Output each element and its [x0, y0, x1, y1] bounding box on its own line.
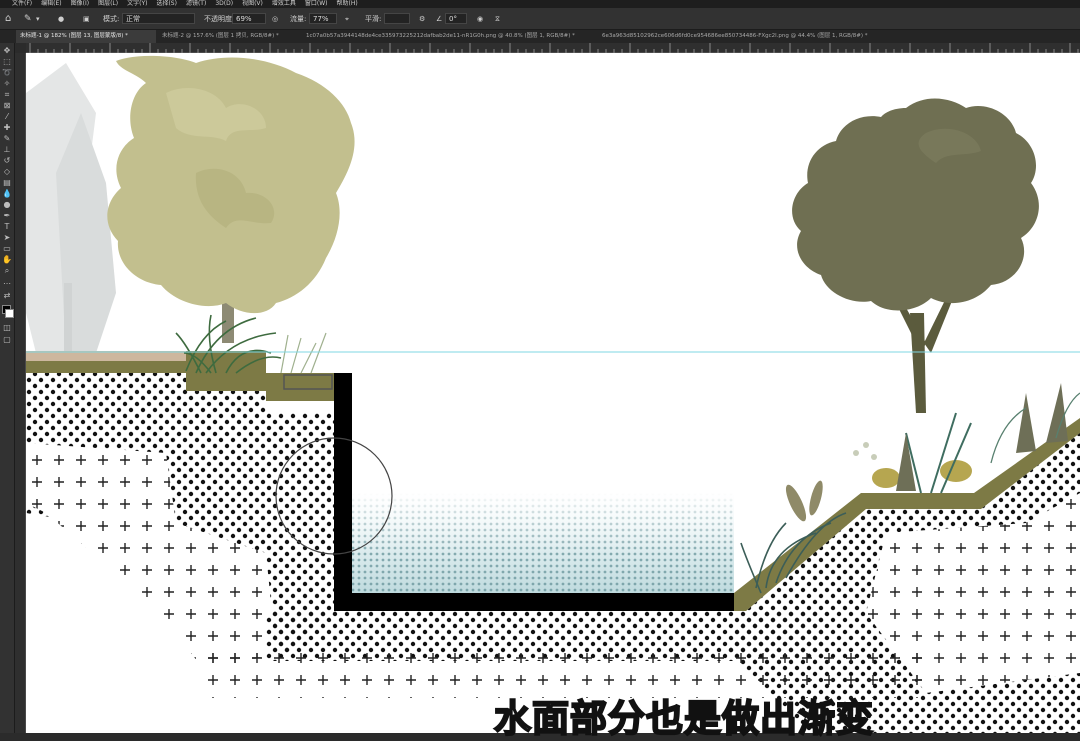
angle-icon: ∠: [436, 15, 443, 23]
menu-plugins[interactable]: 增效工具: [272, 0, 296, 8]
document-tabs: 未标题-1 @ 182% (图层 13, 图层蒙版/8) * 未标题-2 @ 1…: [0, 30, 1080, 43]
airbrush-icon[interactable]: ⌖: [345, 13, 349, 25]
menu-help[interactable]: 帮助(H): [337, 0, 358, 8]
shape-tool-icon[interactable]: ▭: [2, 244, 12, 254]
tree-left: [107, 55, 355, 343]
pressure-opacity-icon[interactable]: ◎: [272, 13, 278, 25]
hand-tool-icon[interactable]: ✋: [2, 255, 12, 265]
opacity-label: 不透明度:: [204, 15, 235, 23]
menu-layer[interactable]: 图层(L): [98, 0, 118, 8]
menu-window[interactable]: 窗口(W): [305, 0, 328, 8]
tab-label: 未标题-2 @ 157.6% (图层 1 拷贝, RGB/8#) *: [162, 33, 279, 39]
magic-wand-icon[interactable]: ✧: [2, 79, 12, 89]
menu-view[interactable]: 视图(V): [242, 0, 263, 8]
opacity-value: 69%: [236, 15, 252, 23]
more-tools-icon[interactable]: ⋯: [2, 279, 12, 289]
type-tool-icon[interactable]: T: [2, 222, 12, 232]
smoothing-input[interactable]: [384, 13, 410, 24]
brush-icon[interactable]: ✎: [2, 134, 12, 144]
video-caption: 水面部分也是做出渐变: [493, 696, 874, 741]
healing-brush-icon[interactable]: ✚: [2, 123, 12, 133]
eyedropper-icon[interactable]: ⁄: [2, 112, 12, 122]
quick-mask-icon[interactable]: ◫: [2, 323, 12, 333]
lasso-tool-icon[interactable]: ➰: [2, 68, 12, 78]
menu-3d[interactable]: 3D(D): [215, 0, 233, 8]
tab-document-3[interactable]: 1c07a0b57a3944148de4ce335973225212dafbab…: [302, 30, 594, 43]
crop-tool-icon[interactable]: ⌗: [2, 90, 12, 100]
brush-preset-icon[interactable]: ●: [58, 13, 64, 25]
menu-bar: 文件(F) 编辑(E) 图像(I) 图层(L) 文字(Y) 选择(S) 滤镜(T…: [0, 0, 1080, 8]
menu-filter[interactable]: 滤镜(T): [186, 0, 206, 8]
home-icon[interactable]: ⌂: [5, 13, 11, 25]
angle-input[interactable]: 0°: [445, 13, 467, 24]
document-canvas[interactable]: [26, 53, 1080, 733]
zoom-tool-icon[interactable]: ⌕: [2, 266, 12, 276]
menu-file[interactable]: 文件(F): [12, 0, 32, 8]
tab-label: 未标题-1 @ 182% (图层 13, 图层蒙版/8) *: [20, 33, 128, 39]
brush-tool-icon[interactable]: ✎: [24, 13, 32, 25]
flow-value: 77%: [313, 15, 329, 23]
pressure-size-icon[interactable]: ◉: [477, 13, 483, 25]
mode-label: 模式:: [103, 15, 120, 23]
marquee-tool-icon[interactable]: ⬚: [2, 57, 12, 67]
tools-panel: ✥ ⬚ ➰ ✧ ⌗ ⊠ ⁄ ✚ ✎ ⊥ ↺ ◇ ▤ 💧 ● ✒ T ➤ ▭ ✋ …: [0, 43, 15, 733]
pen-tool-icon[interactable]: ✒: [2, 211, 12, 221]
background-color-swatch[interactable]: [5, 309, 14, 318]
mode-value: 正常: [126, 15, 140, 23]
dodge-tool-icon[interactable]: ●: [2, 200, 12, 210]
frame-tool-icon[interactable]: ⊠: [2, 101, 12, 111]
flow-label: 流量:: [290, 15, 307, 23]
angle-value: 0°: [449, 15, 457, 23]
path-selection-icon[interactable]: ➤: [2, 233, 12, 243]
flow-input[interactable]: 77%: [309, 13, 337, 24]
menu-edit[interactable]: 编辑(E): [41, 0, 61, 8]
opacity-input[interactable]: 69%: [232, 13, 266, 24]
background-trees: [26, 63, 116, 353]
tab-label: 6e3a963d85102962ce606d6fd0ce954686ee8507…: [602, 33, 868, 39]
symmetry-icon[interactable]: ⧖: [495, 13, 500, 25]
tree-right: [792, 98, 1039, 413]
bottom-soil: [206, 611, 926, 698]
menu-select[interactable]: 选择(S): [156, 0, 177, 8]
gear-icon[interactable]: ⚙: [419, 13, 425, 25]
swap-colors-icon[interactable]: ⇄: [2, 291, 12, 301]
menu-image[interactable]: 图像(I): [71, 0, 89, 8]
clone-stamp-icon[interactable]: ⊥: [2, 145, 12, 155]
smoothing-label: 平滑:: [365, 15, 382, 23]
move-tool-icon[interactable]: ✥: [2, 46, 12, 56]
water-body: [352, 493, 734, 593]
tab-document-1[interactable]: 未标题-1 @ 182% (图层 13, 图层蒙版/8) *: [16, 30, 156, 43]
history-brush-icon[interactable]: ↺: [2, 156, 12, 166]
horizontal-ruler[interactable]: [26, 43, 1080, 53]
tab-document-2[interactable]: 未标题-2 @ 157.6% (图层 1 拷贝, RGB/8#) *: [158, 30, 298, 43]
tab-document-4[interactable]: 6e3a963d85102962ce606d6fd0ce954686ee8507…: [598, 30, 890, 43]
tab-label: 1c07a0b57a3944148de4ce335973225212dafbab…: [306, 33, 575, 39]
menu-type[interactable]: 文字(Y): [127, 0, 147, 8]
mode-select[interactable]: 正常: [122, 13, 195, 24]
chevron-down-icon[interactable]: ▾: [36, 13, 40, 25]
blur-tool-icon[interactable]: 💧: [2, 189, 12, 199]
eraser-icon[interactable]: ◇: [2, 167, 12, 177]
brush-settings-icon[interactable]: ▣: [83, 13, 90, 25]
screen-mode-icon[interactable]: ▢: [2, 335, 12, 345]
vertical-ruler[interactable]: [14, 53, 26, 733]
gradient-icon[interactable]: ▤: [2, 178, 12, 188]
options-bar: ⌂ ✎ ▾ ● ▣ 模式: 正常 不透明度: 69% ◎ 流量: 77% ⌖ 平…: [0, 8, 1080, 30]
